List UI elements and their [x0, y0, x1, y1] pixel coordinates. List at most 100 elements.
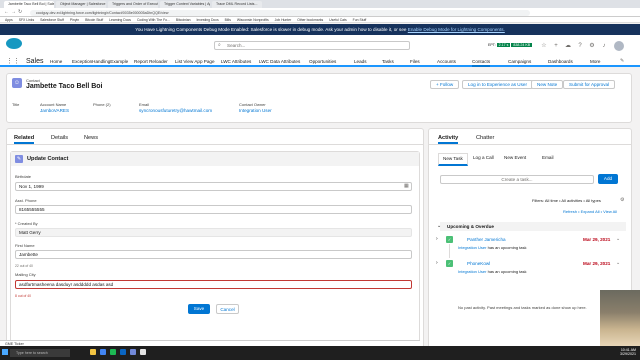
subtab-log-call[interactable]: Log a Call: [473, 153, 494, 163]
bookmark-item[interactable]: Bills: [225, 18, 231, 22]
owner-link[interactable]: Integration User: [239, 108, 272, 113]
forward-icon[interactable]: →: [11, 9, 16, 15]
bookmark-item[interactable]: Salesforce Stuff: [40, 18, 64, 22]
login-experience-button[interactable]: Log in to Experience as User: [462, 80, 533, 89]
birthdate-input[interactable]: Nov 1, 1999: [15, 182, 412, 191]
add-icon[interactable]: +: [552, 42, 560, 50]
nav-item-contacts[interactable]: Contacts: [472, 57, 491, 67]
error-counter: 8 out of 40: [15, 294, 32, 298]
gear-icon[interactable]: ⚙: [588, 42, 596, 50]
help-icon[interactable]: ?: [576, 42, 584, 50]
tab-activity[interactable]: Activity: [438, 134, 459, 144]
nav-item-files[interactable]: Files: [410, 57, 420, 66]
chevron-down-icon[interactable]: ⌄: [437, 223, 441, 229]
global-search-input[interactable]: Search...: [214, 41, 410, 50]
banner-link[interactable]: Enable Debug Mode for Lightning Componen…: [408, 27, 505, 32]
nav-item-report-reloader[interactable]: Report Reloader: [134, 57, 168, 66]
bookmark-item[interactable]: SFX Links: [19, 18, 34, 22]
cloud-icon[interactable]: ☁: [564, 42, 572, 50]
email-link[interactable]: syncronousfuturetry@hawtmail.com: [139, 108, 212, 113]
file-explorer-icon[interactable]: [90, 349, 96, 355]
nav-item-accounts[interactable]: Accounts: [437, 57, 456, 66]
nav-item-exceptionhandlingexample[interactable]: ExceptionHandlingExample: [72, 57, 128, 66]
browser-tab[interactable]: Trigger Context Variables | Apex Dev...: [160, 1, 210, 8]
chevron-right-icon[interactable]: ›: [436, 260, 438, 266]
reload-icon[interactable]: ↻: [18, 9, 22, 15]
cancel-button[interactable]: Cancel: [216, 304, 239, 314]
calendar-icon[interactable]: ▦: [404, 183, 409, 189]
bookmark-item[interactable]: Wisconsin Nonprofits: [237, 18, 269, 22]
browser-tab[interactable]: Object Manager | Salesforce: [56, 1, 106, 8]
browser-tab[interactable]: Triggers and Order of Execution | Ape...: [108, 1, 158, 8]
save-button[interactable]: Save: [188, 304, 210, 314]
subtab-email[interactable]: Email: [542, 153, 554, 163]
nav-item-campaigns[interactable]: Campaigns: [508, 57, 531, 66]
bookmark-item[interactable]: Learning Docs: [109, 18, 131, 22]
windows-start-icon[interactable]: [2, 349, 8, 355]
salesforce-logo[interactable]: [6, 38, 22, 49]
nav-item-lwc-attributes[interactable]: LWC Attributes: [221, 57, 251, 66]
task-menu-icon[interactable]: ⌄: [616, 260, 620, 266]
back-icon[interactable]: ←: [4, 9, 9, 15]
task-menu-icon[interactable]: ⌄: [616, 236, 620, 242]
taskbar-search[interactable]: Type here to search: [10, 349, 70, 357]
star-icon[interactable]: ☆: [540, 42, 548, 50]
chevron-right-icon[interactable]: ›: [436, 236, 438, 242]
bookmark-item[interactable]: Coding With The Fo...: [137, 18, 170, 22]
bell-icon[interactable]: ♪: [600, 42, 608, 50]
bookmark-item[interactable]: Other bookmarks: [297, 18, 323, 22]
obs-icon[interactable]: [140, 349, 146, 355]
tab-details[interactable]: Details: [51, 134, 68, 142]
app-launcher-icon[interactable]: ⋮⋮: [6, 57, 20, 66]
nav-item-tasks[interactable]: Tasks: [382, 57, 394, 66]
activity-filters[interactable]: Filters: All time • All activities • All…: [532, 198, 601, 203]
subtab-new-task[interactable]: New Task: [438, 153, 468, 166]
task-owner-link[interactable]: Integration User: [458, 269, 486, 274]
submit-approval-button[interactable]: Submit for Approval: [563, 80, 616, 89]
tab-news[interactable]: News: [84, 134, 98, 142]
bookmark-item[interactable]: Investing Docs: [196, 18, 218, 22]
nav-item-leads[interactable]: Leads: [354, 57, 367, 66]
create-task-input[interactable]: Create a task...: [440, 175, 594, 184]
tab-related[interactable]: Related: [14, 134, 35, 144]
upcoming-section-header[interactable]: Upcoming & Overdue: [440, 222, 626, 231]
address-bar[interactable]: coolguy-dev-ed.lightning.force.com/light…: [30, 9, 530, 16]
nav-item-lwc-data-attributes[interactable]: LWC Data Attributes: [259, 57, 300, 66]
chrome-icon[interactable]: [100, 349, 106, 355]
subtab-new-event[interactable]: New Event: [504, 153, 526, 163]
task-name-link[interactable]: PhoneKowl: [467, 261, 490, 266]
edit-pencil-icon[interactable]: ✎: [620, 57, 624, 66]
add-task-button[interactable]: Add: [598, 174, 618, 184]
bookmark-item[interactable]: Useful Cats: [329, 18, 347, 22]
activity-links[interactable]: Refresh • Expand All • View All: [563, 209, 617, 214]
follow-button[interactable]: + Follow: [430, 80, 460, 89]
task-desc: Integration User has an upcoming task: [458, 269, 527, 274]
tab-chatter[interactable]: Chatter: [476, 134, 494, 142]
spotify-icon[interactable]: [110, 349, 116, 355]
avatar[interactable]: [614, 41, 624, 51]
nav-item-opportunities[interactable]: Opportunities: [309, 57, 336, 66]
vscode-icon[interactable]: [120, 349, 126, 355]
new-note-button[interactable]: New Note: [531, 80, 564, 89]
discord-icon[interactable]: [130, 349, 136, 355]
nav-item-dashboards[interactable]: Dashboards: [548, 57, 573, 66]
filter-icon[interactable]: ⚙: [620, 197, 624, 203]
task-name-link[interactable]: Panther Jamericha: [467, 237, 506, 242]
browser-tab[interactable]: Trace DML Record Lists...: [212, 1, 262, 8]
bookmark-item[interactable]: Bitcoin Stuff: [85, 18, 103, 22]
bookmark-item[interactable]: Fun Stuff: [353, 18, 367, 22]
nav-item-home[interactable]: Home: [50, 57, 62, 66]
nav-item-list-view-app-page[interactable]: List View App Page: [175, 57, 215, 66]
task-owner-link[interactable]: Integration User: [458, 245, 486, 250]
browser-tab[interactable]: Jambette Taco Bell Boi | Salesfor...: [4, 1, 54, 8]
bookmark-item[interactable]: Pinyin: [70, 18, 79, 22]
first-name-input[interactable]: Jambette: [15, 250, 412, 259]
bookmark-item[interactable]: Bitcoinian: [176, 18, 191, 22]
account-link[interactable]: JamboVARES: [40, 108, 69, 113]
ept-badge: 2.17 s: [496, 43, 511, 47]
mailing-city-input[interactable]: asdfartmasheena dasduyr asddddd asdas as…: [15, 280, 412, 289]
bookmark-item[interactable]: Apps: [5, 18, 13, 22]
nav-item-more[interactable]: More: [590, 57, 600, 66]
asst-phone-input[interactable]: 8165555555: [15, 205, 412, 214]
bookmark-item[interactable]: Job Hunter: [275, 18, 292, 22]
